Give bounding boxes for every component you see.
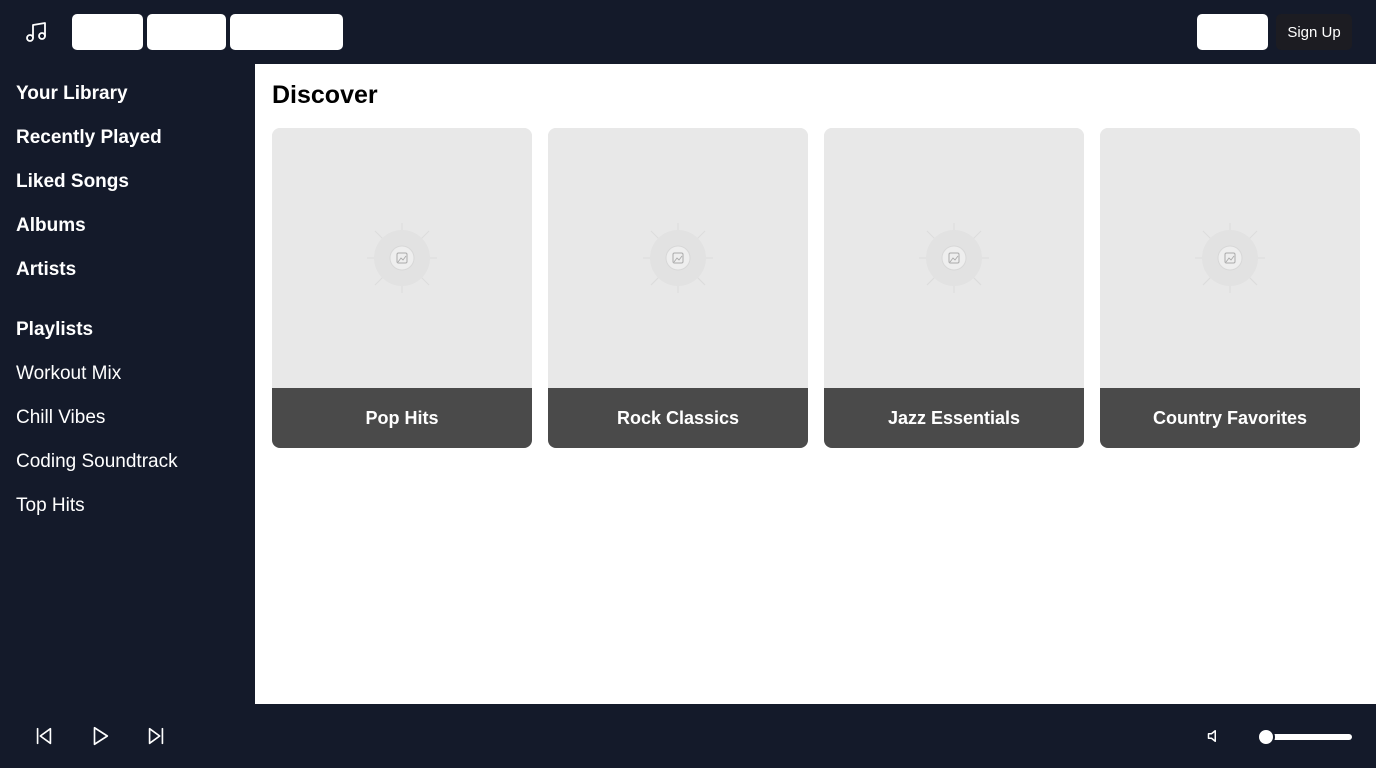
page-title: Discover <box>272 81 378 109</box>
playlist-item-workout-mix[interactable]: Workout Mix <box>16 363 121 385</box>
sidebar-item-liked-songs[interactable]: Liked Songs <box>16 171 129 193</box>
card-title: Pop Hits <box>272 388 532 448</box>
playlist-card-rock-classics[interactable]: Rock Classics <box>548 128 808 448</box>
image-placeholder-icon <box>1195 223 1265 293</box>
playlist-card-jazz-essentials[interactable]: Jazz Essentials <box>824 128 1084 448</box>
card-title: Country Favorites <box>1100 388 1360 448</box>
nav-button-2[interactable] <box>147 14 226 50</box>
sidebar-item-artists[interactable]: Artists <box>16 259 76 281</box>
music-note-icon[interactable] <box>20 16 52 48</box>
card-title: Rock Classics <box>548 388 808 448</box>
playlist-card-pop-hits[interactable]: Pop Hits <box>272 128 532 448</box>
playlist-item-chill-vibes[interactable]: Chill Vibes <box>16 407 105 429</box>
sidebar: Your Library Recently Played Liked Songs… <box>0 64 255 704</box>
sidebar-item-albums[interactable]: Albums <box>16 215 86 237</box>
card-image <box>824 128 1084 388</box>
skip-previous-icon[interactable] <box>32 724 56 748</box>
image-placeholder-icon <box>919 223 989 293</box>
play-icon[interactable] <box>88 724 112 748</box>
volume-icon[interactable] <box>1204 724 1228 748</box>
card-image <box>548 128 808 388</box>
playlist-item-top-hits[interactable]: Top Hits <box>16 495 85 517</box>
volume-slider-thumb[interactable] <box>1257 728 1275 746</box>
top-bar: Sign Up <box>0 0 1376 64</box>
image-placeholder-icon <box>367 223 437 293</box>
playlists-heading: Playlists <box>16 319 94 340</box>
skip-next-icon[interactable] <box>144 724 168 748</box>
image-placeholder-icon <box>643 223 713 293</box>
playlist-card-country-favorites[interactable]: Country Favorites <box>1100 128 1360 448</box>
player-bar <box>0 704 1376 768</box>
sidebar-item-recently-played[interactable]: Recently Played <box>16 127 162 149</box>
main-content: Discover Pop Hits Rock Classics Jazz Ess… <box>255 64 1376 704</box>
sidebar-item-your-library[interactable]: Your Library <box>16 83 128 105</box>
nav-button-3[interactable] <box>230 14 343 50</box>
card-title: Jazz Essentials <box>824 388 1084 448</box>
nav-button-1[interactable] <box>72 14 143 50</box>
playlist-item-coding-soundtrack[interactable]: Coding Soundtrack <box>16 451 178 473</box>
login-button[interactable] <box>1197 14 1268 50</box>
signup-button[interactable]: Sign Up <box>1276 14 1352 50</box>
card-image <box>1100 128 1360 388</box>
card-image <box>272 128 532 388</box>
